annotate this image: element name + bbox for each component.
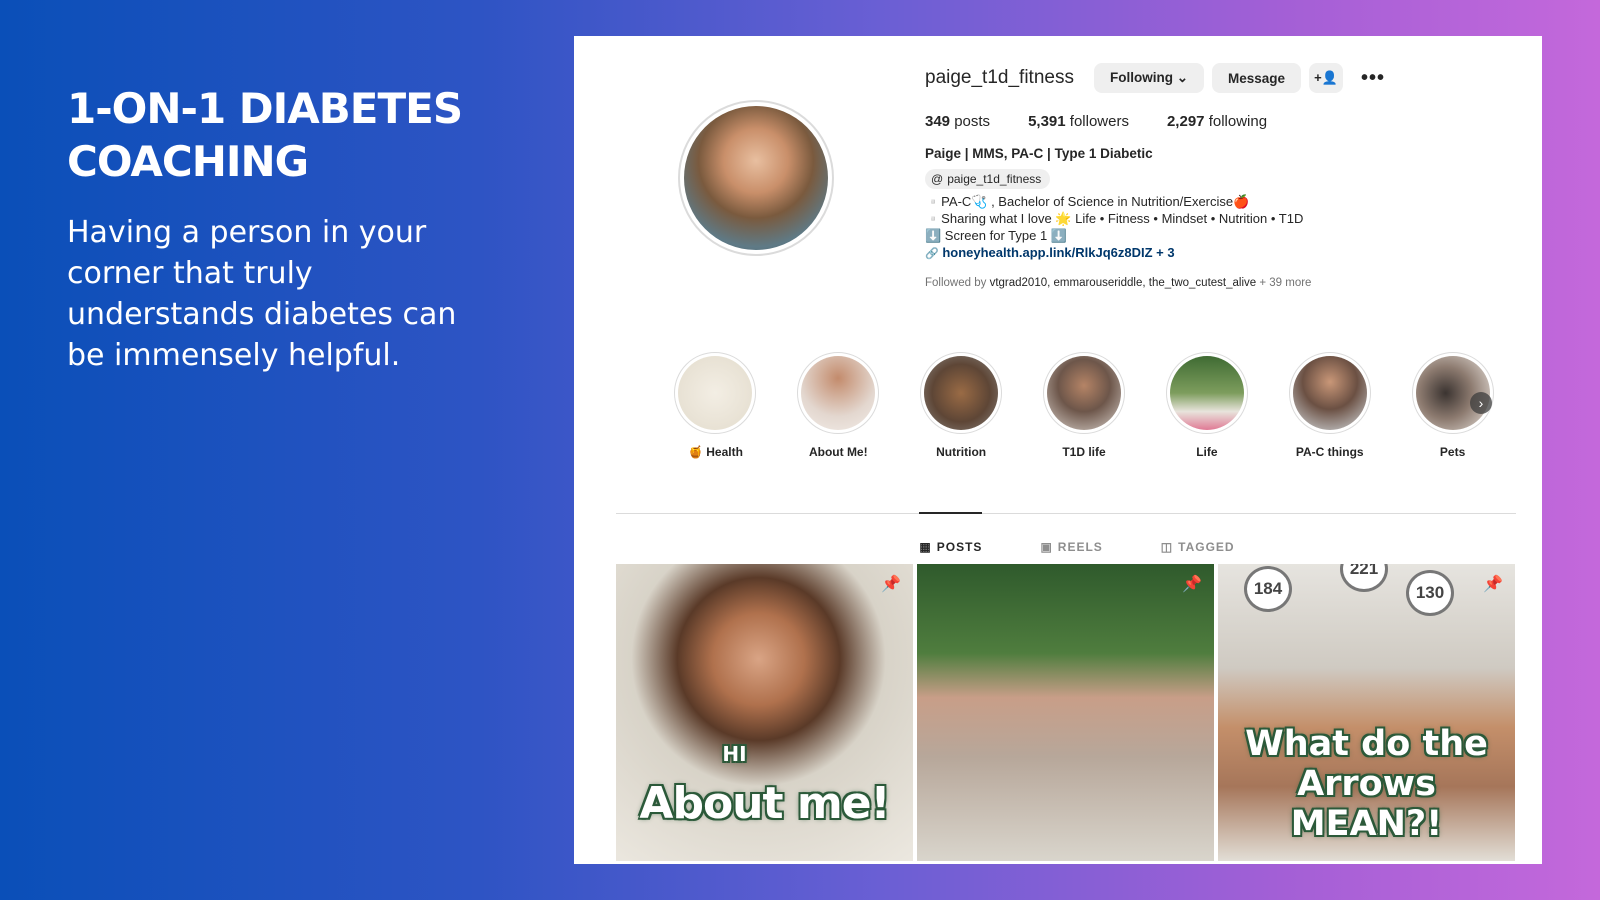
tagged-icon: ◫ bbox=[1160, 539, 1174, 554]
tab-tagged[interactable]: ◫ TAGGED bbox=[1161, 512, 1235, 562]
glucose-reading-badge: 221 bbox=[1340, 564, 1388, 592]
highlights-next-icon[interactable]: › bbox=[1470, 392, 1492, 414]
bio-link-row: 🔗 honeyhealth.app.link/RlkJq6z8DIZ + 3 bbox=[925, 244, 1515, 263]
profile-bio: ▫️PA-C🩺 , Bachelor of Science in Nutriti… bbox=[925, 193, 1515, 263]
post-caption-overlay: What do the Arrows MEAN?! bbox=[1245, 724, 1488, 844]
posts-grid: 📌 HI About me! 📌 📌 184 221 130 What do t… bbox=[616, 564, 1516, 861]
post-tile[interactable]: 📌 184 221 130 What do the Arrows MEAN?! bbox=[1218, 564, 1515, 861]
highlight-label: Life bbox=[1196, 445, 1218, 459]
message-button[interactable]: Message bbox=[1212, 63, 1302, 93]
profile-tabs: ▦ POSTS ▣ REELS ◫ TAGGED bbox=[574, 512, 1542, 562]
highlight-cover bbox=[1047, 356, 1121, 430]
instagram-profile-screenshot: paige_t1d_fitness Following ⌄ Message +👤… bbox=[574, 36, 1542, 864]
following-button[interactable]: Following ⌄ bbox=[1093, 63, 1204, 93]
post-caption-overlay: About me! bbox=[639, 778, 890, 829]
glucose-reading-badge: 184 bbox=[1244, 566, 1292, 612]
threads-badge[interactable]: @ paige_t1d_fitness bbox=[925, 169, 1051, 189]
post-tile[interactable]: 📌 bbox=[917, 564, 1214, 861]
pin-icon: 📌 bbox=[1182, 576, 1202, 593]
grid-icon: ▦ bbox=[919, 540, 932, 554]
highlight-pa-c-things[interactable]: PA-C things bbox=[1268, 352, 1391, 459]
pin-icon: 📌 bbox=[881, 576, 901, 593]
followers-stat[interactable]: 5,391 followers bbox=[1028, 113, 1129, 130]
add-user-icon[interactable]: +👤 bbox=[1309, 63, 1344, 93]
highlight-life[interactable]: Life bbox=[1145, 352, 1268, 459]
slide-subtext: Having a person in your corner that trul… bbox=[67, 215, 457, 373]
highlight-t1d-life[interactable]: T1D life bbox=[1023, 352, 1146, 459]
story-highlights: 🍯 Health About Me! Nutrition T1D life Li… bbox=[654, 352, 1514, 459]
post-caption-overlay: HI bbox=[722, 742, 747, 766]
threads-handle: paige_t1d_fitness bbox=[947, 172, 1042, 186]
threads-icon: @ bbox=[931, 172, 944, 186]
highlight-label: Nutrition bbox=[936, 445, 987, 459]
bio-link[interactable]: honeyhealth.app.link/RlkJq6z8DIZ + 3 bbox=[942, 245, 1174, 260]
highlight-about-me[interactable]: About Me! bbox=[777, 352, 900, 459]
highlight-cover bbox=[1292, 356, 1367, 430]
highlight-label: T1D life bbox=[1062, 445, 1106, 459]
highlight-label: About Me! bbox=[808, 445, 868, 459]
highlight-cover bbox=[678, 356, 753, 430]
link-icon: 🔗 bbox=[925, 248, 939, 260]
slide-headline: 1-ON-1 DIABETES COACHING bbox=[67, 84, 463, 186]
tab-reels[interactable]: ▣ REELS bbox=[1040, 512, 1102, 562]
highlight-label: 🍯 Health bbox=[687, 445, 743, 459]
followed-by[interactable]: Followed by vtgrad2010, emmarouseriddle,… bbox=[925, 277, 1515, 289]
highlight-label: Pets bbox=[1439, 445, 1466, 459]
more-options-icon[interactable]: ••• bbox=[1361, 67, 1385, 90]
profile-avatar[interactable] bbox=[678, 100, 834, 256]
pin-icon: 📌 bbox=[1483, 576, 1503, 593]
reels-icon: ▣ bbox=[1040, 539, 1053, 554]
profile-display-name: Paige | MMS, PA-C | Type 1 Diabetic bbox=[925, 146, 1153, 161]
profile-info: paige_t1d_fitness Following ⌄ Message +👤… bbox=[925, 62, 1515, 289]
bio-line: ▫️PA-C🩺 , Bachelor of Science in Nutriti… bbox=[925, 194, 1250, 209]
post-tile[interactable]: 📌 HI About me! bbox=[616, 564, 913, 861]
slide-text-panel: 1-ON-1 DIABETES COACHING Having a person… bbox=[67, 82, 487, 376]
highlight-nutrition[interactable]: Nutrition bbox=[900, 352, 1023, 459]
highlight-cover bbox=[924, 356, 999, 430]
posts-stat: 349 posts bbox=[925, 113, 991, 130]
profile-stats: 349 posts 5,391 followers 2,297 followin… bbox=[925, 113, 1515, 130]
highlight-label: PA-C things bbox=[1295, 445, 1364, 459]
highlight-cover bbox=[1169, 356, 1244, 430]
username-row: paige_t1d_fitness Following ⌄ Message +👤… bbox=[925, 62, 1515, 94]
profile-username: paige_t1d_fitness bbox=[925, 67, 1074, 88]
following-stat[interactable]: 2,297 following bbox=[1167, 113, 1267, 130]
highlight-health[interactable]: 🍯 Health bbox=[654, 352, 777, 459]
highlight-cover bbox=[801, 356, 876, 430]
tab-posts[interactable]: ▦ POSTS bbox=[919, 512, 983, 562]
avatar-image bbox=[684, 106, 828, 250]
bio-line: ▫️Sharing what I love 🌟 Life • Fitness •… bbox=[925, 211, 1304, 226]
highlight-pets[interactable]: Pets bbox=[1391, 352, 1514, 459]
bio-line: ⬇️ Screen for Type 1 ⬇️ bbox=[925, 228, 1067, 243]
glucose-reading-badge: 130 bbox=[1406, 570, 1454, 616]
